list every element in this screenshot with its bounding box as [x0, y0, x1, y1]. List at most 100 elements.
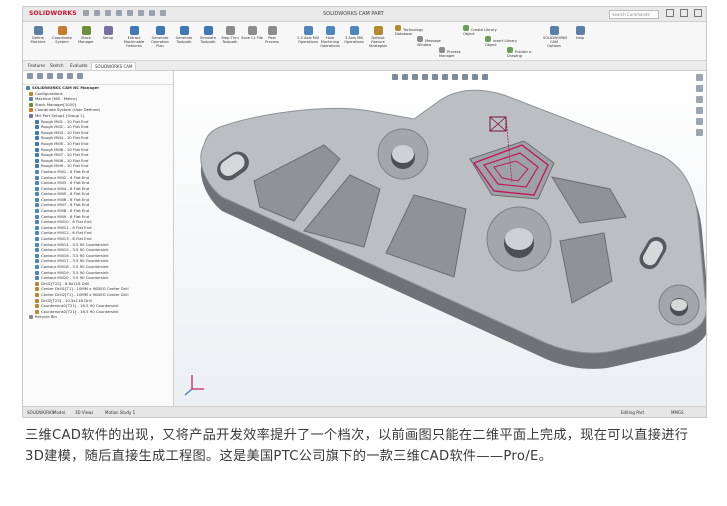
graphics-area[interactable]	[174, 71, 706, 406]
tree-item-icon	[35, 203, 39, 208]
tree-item-icon	[35, 192, 39, 197]
ribbon-button[interactable]: Process Manager	[439, 47, 473, 58]
tab-model[interactable]: Model	[53, 407, 65, 417]
tree-item-label: Contour Mill14 - 3.5 90 Countersink	[41, 241, 109, 247]
save-icon[interactable]	[105, 10, 111, 16]
tab-solidworks-cam[interactable]: SOLIDWORKS CAM	[91, 62, 137, 70]
ribbon-button-label: Step Thru Toolpath	[221, 36, 239, 44]
tree-item[interactable]: Recycle Bin	[23, 314, 173, 320]
tree-item-label: Center Drill2[T1] - 10MM x 90DEG Center …	[41, 291, 129, 297]
tree-item-label: Drill1[T22] - 8.8x118 Drill	[41, 280, 90, 286]
tree-item-icon	[35, 304, 39, 309]
ribbon-button-label: Generate Toolpath	[175, 36, 193, 44]
tree-item-icon	[35, 153, 39, 158]
tree-item-icon	[35, 164, 39, 169]
ribbon-button-label: Post Process	[265, 36, 279, 44]
tree-item-label: Contour Mill4 - 6 Flat End	[41, 185, 90, 191]
coordinate-triad-icon	[184, 375, 204, 396]
ribbon-button-icon	[33, 26, 43, 35]
ribbon-button[interactable]: Create Library Object	[463, 25, 497, 36]
ribbon-button-icon	[155, 26, 165, 35]
ribbon-button[interactable]: Help	[569, 26, 591, 40]
ribbon-button[interactable]: Default Feature Strategies	[367, 26, 389, 48]
tree-item-icon	[35, 136, 39, 141]
ribbon-button[interactable]: 2.5 Axis Mill Operations	[297, 26, 319, 44]
ribbon-button[interactable]: Step Thru Toolpath	[219, 26, 241, 44]
tree-item-icon	[35, 231, 39, 236]
units-selector[interactable]: MMGS	[671, 407, 684, 417]
new-icon[interactable]	[83, 10, 89, 16]
ribbon-button[interactable]: Coordinate System	[51, 26, 73, 44]
ribbon-button[interactable]: Stock Manager	[75, 26, 97, 44]
undo-icon[interactable]	[127, 10, 133, 16]
end-hole	[658, 284, 700, 326]
ribbon-button-label: Define Machine	[30, 36, 46, 44]
property-manager-icon[interactable]	[37, 73, 43, 79]
tree-item-label: Contour Mill19 - 3.5 90 Countersink	[41, 269, 109, 275]
ribbon-button-icon	[549, 26, 559, 35]
maximize-icon[interactable]	[680, 9, 688, 17]
ribbon-button[interactable]: Simulate Toolpath	[197, 26, 219, 44]
close-icon[interactable]	[694, 9, 702, 17]
tree-item-label: Contour Mill9 - 6 Flat End	[41, 213, 90, 219]
options-icon[interactable]	[160, 10, 166, 16]
ribbon-button-label: Help	[575, 36, 585, 40]
open-icon[interactable]	[94, 10, 100, 16]
feature-manager-icon[interactable]	[27, 73, 33, 79]
ribbon-button-icon	[225, 26, 235, 35]
tree-item-icon	[35, 175, 39, 180]
lower-boss	[486, 206, 552, 272]
ribbon-button-label: Setup	[102, 36, 114, 40]
ribbon-button-icon	[373, 26, 383, 35]
tab-motion-study[interactable]: Motion Study 1	[105, 407, 135, 417]
ribbon-button[interactable]: 3 Axis Mill Operations	[343, 26, 365, 44]
tree-item-label: Contour Mill5 - 6 Flat End	[41, 191, 90, 197]
ribbon-button-icon	[303, 26, 313, 35]
tree-item-icon	[35, 265, 39, 269]
ribbon-button[interactable]: Technology Database	[395, 25, 429, 36]
tree-item-icon	[35, 209, 39, 214]
ribbon-button-icon	[247, 26, 257, 35]
ribbon-button[interactable]: Extract Machinable Features	[123, 26, 145, 48]
configuration-manager-icon[interactable]	[47, 73, 53, 79]
tab-sketch[interactable]: Sketch	[47, 62, 66, 69]
tree-item-icon	[35, 276, 39, 281]
cam-tool-tree-icon[interactable]	[77, 73, 83, 79]
ribbon-button[interactable]: Setup	[97, 26, 119, 40]
tree-item-label: Stock Manager[1050]	[35, 101, 76, 107]
tree-item-label: Contour Mill13 - 6 Flat End	[41, 236, 92, 242]
ribbon-button[interactable]: Save CL File	[241, 26, 263, 40]
ribbon-button[interactable]: Message Window	[417, 36, 451, 47]
tree-item-label: Countersink1[T21] - 16.5 90 Countersink	[41, 303, 119, 309]
tree-item-icon	[29, 108, 33, 113]
panel-tab-icons	[23, 71, 173, 85]
cam-feature-tree-icon[interactable]	[57, 73, 63, 79]
tree-item-icon	[35, 237, 39, 242]
ribbon-button[interactable]: Define Machine	[27, 26, 49, 44]
tree-item-icon	[35, 169, 39, 174]
ribbon-button[interactable]: Publish e-Drawing	[507, 47, 541, 58]
tree-item-icon	[29, 113, 33, 118]
ribbon-button[interactable]: Generate Toolpath	[173, 26, 195, 44]
ribbon-button[interactable]: Post Process	[261, 26, 283, 44]
tree-item-label: Rough Mill8 - 10 Flat End	[41, 157, 89, 163]
ribbon-button[interactable]: SOLIDWORKS CAM Options	[543, 26, 567, 48]
ribbon-button-icon	[129, 26, 139, 35]
ribbon-button[interactable]: Hole Machining Operations	[319, 26, 341, 48]
tab-evaluate[interactable]: Evaluate	[67, 62, 90, 69]
ribbon-button[interactable]: Insert Library Object	[485, 36, 519, 47]
search-input[interactable]: Search Commands	[609, 10, 659, 19]
tab-3d-views[interactable]: 3D Views	[75, 407, 93, 417]
solidworks-logo: SOLIDWORKS	[29, 10, 77, 17]
cam-operation-tree-icon[interactable]	[67, 73, 73, 79]
ribbon-button-label: Stock Manager	[78, 36, 94, 44]
tree-item-label: Rough Mill7 - 10 Flat End	[41, 152, 89, 158]
select-icon[interactable]	[138, 10, 144, 16]
tree-item-label: Countersink2[T21] - 16.5 90 Countersink	[41, 308, 119, 314]
editing-status: Editing Part	[621, 410, 645, 415]
rebuild-icon[interactable]	[149, 10, 155, 16]
tab-features[interactable]: Features	[25, 62, 48, 69]
ribbon-button[interactable]: Generate Operation Plan	[149, 26, 171, 48]
minimize-icon[interactable]	[666, 9, 674, 17]
print-icon[interactable]	[116, 10, 122, 16]
